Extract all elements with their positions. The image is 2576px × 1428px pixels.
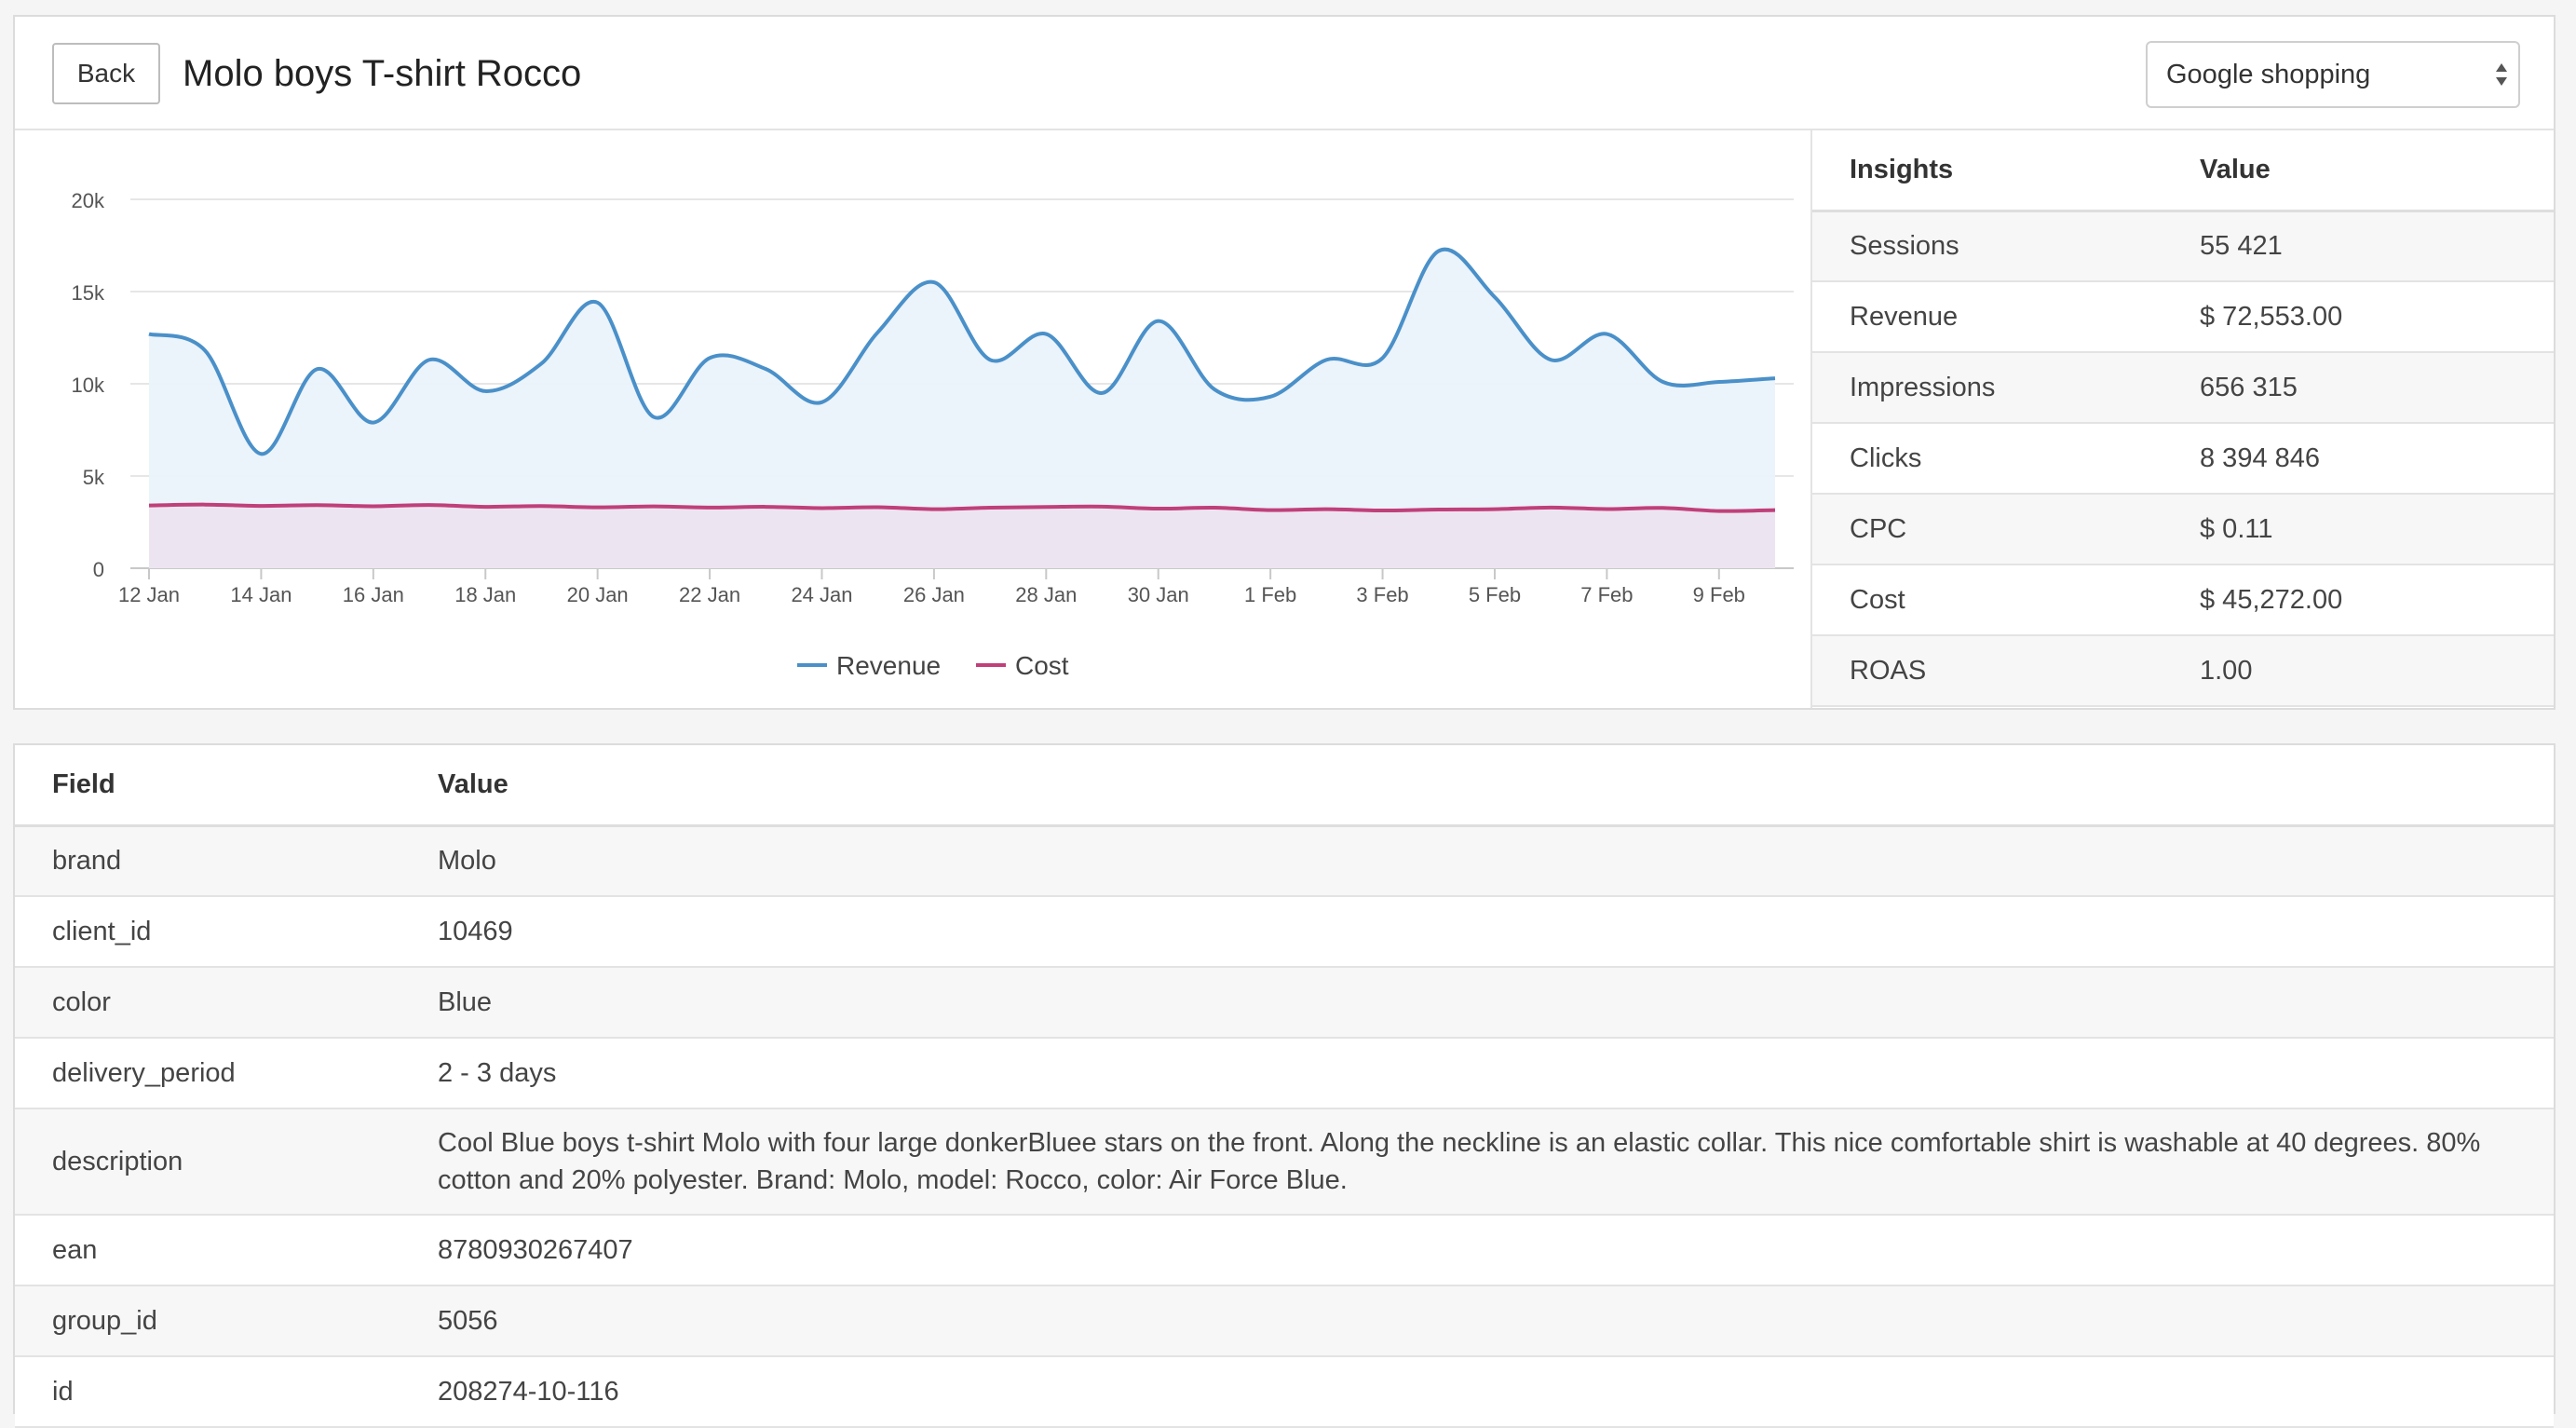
insight-label: Clicks	[1812, 423, 2162, 495]
series-area-cost	[149, 504, 1775, 568]
x-tick-label: 28 Jan	[1015, 583, 1077, 606]
field-name: color	[15, 967, 400, 1039]
page-title: Molo boys T-shirt Rocco	[183, 53, 582, 94]
insight-value: $ 45,272.00	[2162, 564, 2554, 636]
insight-label: ROAS	[1812, 635, 2162, 707]
field-value: 2 - 3 days	[400, 1038, 2554, 1109]
insight-value: 656 315	[2162, 352, 2554, 424]
field-name: description	[15, 1108, 400, 1216]
insight-label: Sessions	[1812, 211, 2162, 282]
insight-row-roas: ROAS 1.00	[1812, 635, 2554, 707]
field-row-color: color Blue	[15, 967, 2554, 1039]
x-tick-label: 20 Jan	[567, 583, 629, 606]
insight-row-revenue: Revenue $ 72,553.00	[1812, 281, 2554, 353]
insight-value: 8 394 846	[2162, 423, 2554, 495]
field-name: delivery_period	[15, 1038, 400, 1109]
field-value: Cool Blue boys t-shirt Molo with four la…	[400, 1108, 2554, 1216]
fields-header-value: Value	[400, 745, 2554, 827]
x-tick-label: 22 Jan	[679, 583, 740, 606]
insights-header-row: Insights Value	[1812, 130, 2554, 212]
insight-row-impressions: Impressions 656 315	[1812, 352, 2554, 424]
y-tick-label: 5k	[83, 466, 105, 489]
field-row-id: id 208274-10-116	[15, 1356, 2554, 1428]
insight-row-cpc: CPC $ 0.11	[1812, 494, 2554, 565]
x-tick-label: 16 Jan	[343, 583, 404, 606]
field-value: 208274-10-116	[400, 1356, 2554, 1428]
field-value: Blue	[400, 967, 2554, 1039]
revenue-cost-chart: 0 5k 10k 15k 20k 12 Jan 14 Jan 16 Jan 18 Jan 20 J…	[15, 130, 1812, 708]
field-name: client_id	[15, 896, 400, 968]
field-row-delivery-period: delivery_period 2 - 3 days	[15, 1038, 2554, 1109]
field-value: 8780930267407	[400, 1215, 2554, 1286]
insights-table-container: Insights Value Sessions 55 421 Revenue $…	[1812, 130, 2554, 707]
y-tick-label: 15k	[72, 281, 105, 305]
field-value: 5056	[400, 1285, 2554, 1357]
insight-value: 1.00	[2162, 635, 2554, 707]
field-name: ean	[15, 1215, 400, 1286]
field-row-ean: ean 8780930267407	[15, 1215, 2554, 1286]
y-tick-label: 20k	[72, 189, 105, 212]
x-tick-label: 12 Jan	[118, 583, 180, 606]
field-value: 10469	[400, 896, 2554, 968]
legend-label-cost: Cost	[1015, 651, 1069, 680]
insight-value: $ 0.11	[2162, 494, 2554, 565]
x-tick-label: 5 Feb	[1469, 583, 1521, 606]
y-tick-label: 10k	[72, 374, 105, 397]
legend-label-revenue: Revenue	[836, 651, 941, 680]
field-name: id	[15, 1356, 400, 1428]
x-tick-label: 18 Jan	[454, 583, 516, 606]
x-tick-label: 7 Feb	[1580, 583, 1633, 606]
field-name: group_id	[15, 1285, 400, 1357]
field-row-brand: brand Molo	[15, 825, 2554, 897]
insight-label: Revenue	[1812, 281, 2162, 353]
chart-svg: 0 5k 10k 15k 20k 12 Jan 14 Jan 16 Jan 18 Jan 20 J…	[72, 189, 1794, 680]
x-tick-label: 9 Feb	[1693, 583, 1745, 606]
field-row-description: description Cool Blue boys t-shirt Molo …	[15, 1108, 2554, 1216]
fields-header-row: Field Value	[15, 745, 2554, 827]
x-tick-label: 1 Feb	[1244, 583, 1296, 606]
select-arrows-icon	[2496, 63, 2507, 86]
product-header: Back Molo boys T-shirt Rocco Google shop…	[15, 17, 2554, 130]
back-button[interactable]: Back	[52, 43, 160, 104]
x-tick-label: 14 Jan	[230, 583, 291, 606]
channel-select[interactable]: Google shopping	[2146, 41, 2520, 108]
insights-header-value: Value	[2162, 130, 2554, 212]
fields-header-field: Field	[15, 745, 400, 827]
field-value: Molo	[400, 825, 2554, 897]
insight-row-clicks: Clicks 8 394 846	[1812, 423, 2554, 495]
x-tick-label: 30 Jan	[1128, 583, 1189, 606]
insight-row-sessions: Sessions 55 421	[1812, 211, 2554, 282]
insight-value: 55 421	[2162, 211, 2554, 282]
channel-select-value: Google shopping	[2166, 60, 2371, 89]
insight-label: Cost	[1812, 564, 2162, 636]
product-fields-table: Field Value brand Molo client_id 10469 c…	[15, 745, 2554, 1428]
x-tick-label: 3 Feb	[1356, 583, 1408, 606]
y-tick-label: 0	[93, 558, 104, 581]
insights-table: Insights Value Sessions 55 421 Revenue $…	[1812, 130, 2554, 707]
field-name: brand	[15, 825, 400, 897]
field-row-client-id: client_id 10469	[15, 896, 2554, 968]
field-row-group-id: group_id 5056	[15, 1285, 2554, 1357]
product-performance-panel: Back Molo boys T-shirt Rocco Google shop…	[13, 15, 2556, 710]
product-fields-panel: Field Value brand Molo client_id 10469 c…	[13, 743, 2556, 1428]
insight-value: $ 72,553.00	[2162, 281, 2554, 353]
insight-row-cost: Cost $ 45,272.00	[1812, 564, 2554, 636]
x-tick-label: 24 Jan	[791, 583, 852, 606]
x-tick-label: 26 Jan	[903, 583, 965, 606]
insight-label: Impressions	[1812, 352, 2162, 424]
insight-label: CPC	[1812, 494, 2162, 565]
insights-header-label: Insights	[1812, 130, 2162, 212]
